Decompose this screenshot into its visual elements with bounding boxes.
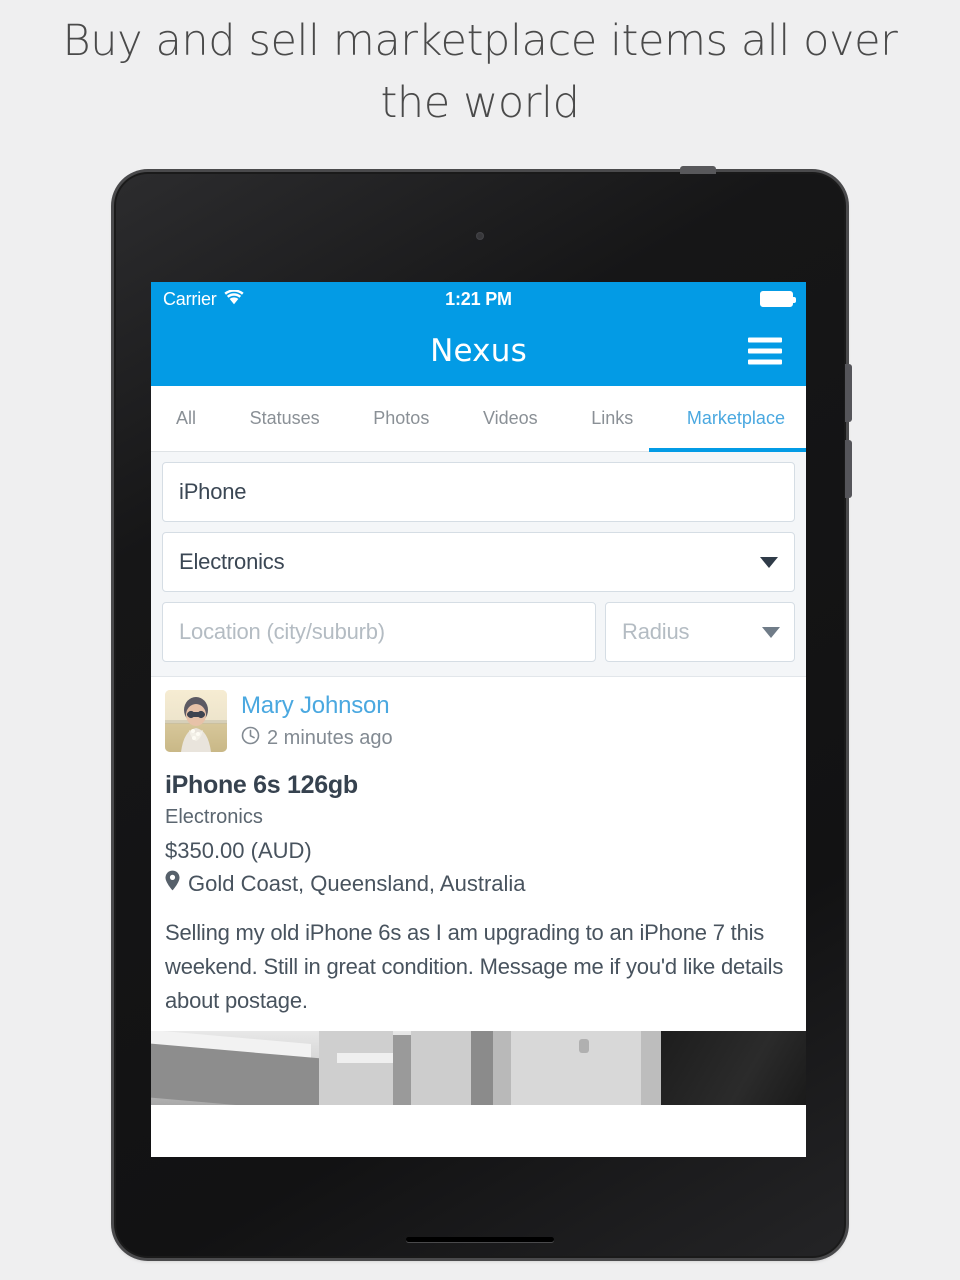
search-input[interactable]: iPhone (162, 462, 795, 522)
listing-description: Selling my old iPhone 6s as I am upgradi… (165, 920, 784, 1013)
tab-statuses[interactable]: Statuses (245, 386, 325, 451)
marketplace-filter-form: iPhone Electronics Location (city/suburb… (151, 452, 806, 677)
listing-photo[interactable] (151, 1031, 806, 1105)
marketing-headline: Buy and sell marketplace items all over … (62, 16, 898, 128)
carrier-label: Carrier (163, 288, 217, 309)
listing-category: Electronics (165, 806, 263, 828)
wifi-icon (224, 288, 244, 310)
battery-full-icon (760, 291, 796, 307)
category-select-value: Electronics (179, 549, 285, 574)
app-title: Nexus (430, 333, 527, 369)
location-input[interactable]: Location (city/suburb) (162, 602, 596, 662)
user-avatar-photo (165, 690, 227, 752)
home-indicator[interactable] (406, 1237, 554, 1242)
volume-down-button[interactable] (845, 440, 852, 498)
front-camera-icon (476, 232, 484, 240)
tab-all[interactable]: All (171, 386, 201, 451)
app-nav-bar: Nexus (151, 316, 806, 386)
active-tab-indicator (649, 448, 806, 452)
listing-header: Mary Johnson 2 minutes ago (165, 690, 792, 752)
tab-photos[interactable]: Photos (368, 386, 434, 451)
listing-author-name[interactable]: Mary Johnson (241, 691, 393, 721)
listing-author-block: Mary Johnson 2 minutes ago (241, 690, 393, 751)
status-bar-right (760, 291, 796, 307)
avatar[interactable] (165, 690, 227, 752)
volume-up-button[interactable] (845, 364, 852, 422)
clock-icon (241, 726, 260, 751)
chevron-down-icon (762, 626, 780, 638)
device-screen: Carrier 1:21 PM Nexus All Statuses Photo… (151, 282, 806, 1157)
tab-marketplace[interactable]: Marketplace (682, 386, 790, 451)
hamburger-menu-icon[interactable] (748, 337, 782, 365)
map-pin-icon (165, 870, 180, 897)
listing-location: Gold Coast, Queensland, Australia (165, 870, 792, 897)
listing-location-text: Gold Coast, Queensland, Australia (188, 870, 526, 896)
marketplace-listing-card[interactable]: Mary Johnson 2 minutes ago iPhone 6s 126… (151, 677, 806, 1105)
power-button[interactable] (680, 166, 716, 174)
location-radius-row: Location (city/suburb) Radius (162, 602, 795, 662)
content-tab-bar: All Statuses Photos Videos Links Marketp… (151, 386, 806, 452)
radius-select-placeholder: Radius (622, 619, 690, 644)
tablet-device-frame: Carrier 1:21 PM Nexus All Statuses Photo… (114, 166, 852, 1258)
listing-timestamp-text: 2 minutes ago (267, 727, 393, 749)
radius-select[interactable]: Radius (605, 602, 795, 662)
chevron-down-icon (760, 556, 778, 568)
listing-timestamp: 2 minutes ago (241, 726, 393, 751)
search-input-value: iPhone (179, 479, 247, 504)
location-input-placeholder: Location (city/suburb) (179, 619, 385, 644)
tab-links[interactable]: Links (586, 386, 638, 451)
tab-videos[interactable]: Videos (478, 386, 543, 451)
category-select[interactable]: Electronics (162, 532, 795, 592)
listing-title: iPhone 6s 126gb (165, 771, 358, 799)
listing-price: $350.00 (AUD) (165, 838, 312, 863)
status-bar-clock: 1:21 PM (445, 288, 512, 309)
status-bar-left: Carrier (163, 289, 244, 310)
status-bar: Carrier 1:21 PM (151, 282, 806, 316)
